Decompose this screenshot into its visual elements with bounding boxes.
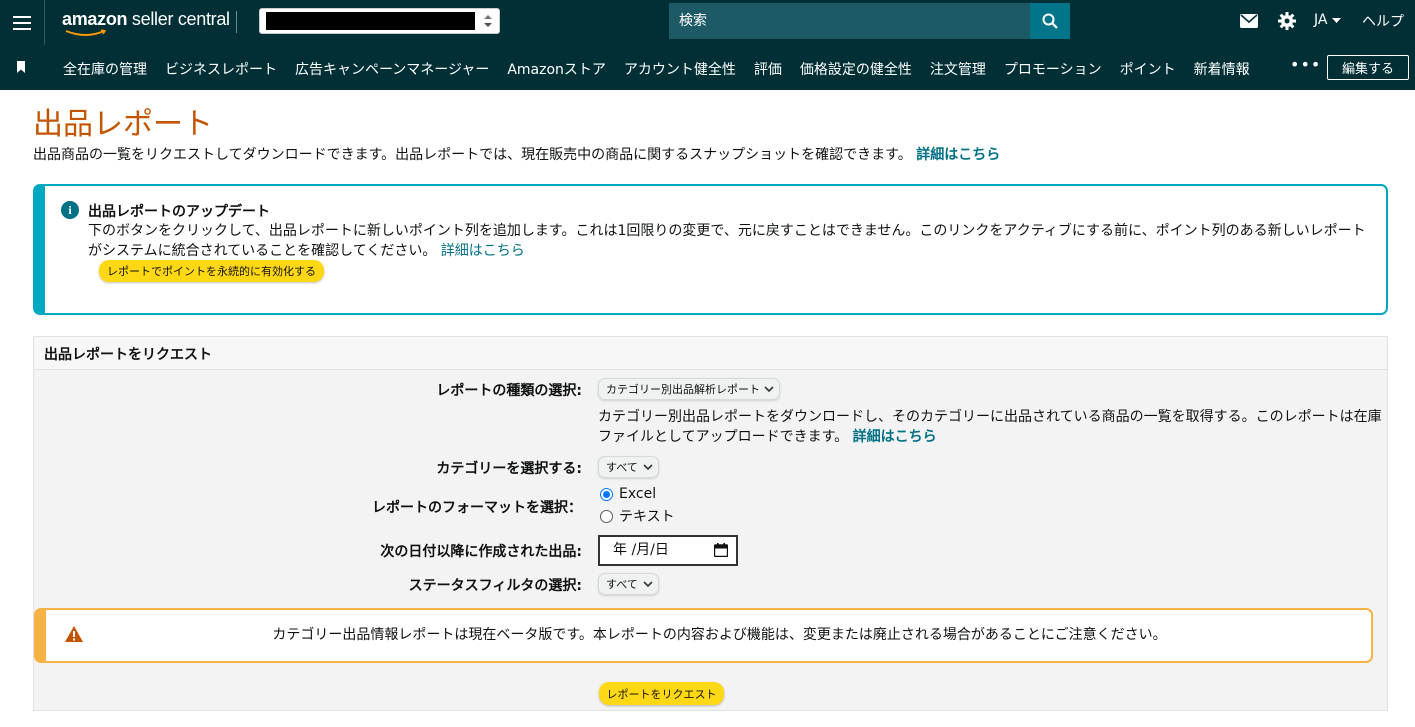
info-title: 出品レポートのアップデート bbox=[88, 204, 270, 220]
nav-bar: 全在庫の管理 ビジネスレポート 広告キャンペーンマネージャー Amazonストア… bbox=[0, 45, 1415, 90]
redacted-account-name bbox=[266, 12, 475, 30]
gear-icon[interactable] bbox=[1278, 12, 1296, 30]
report-type-label: レポートの種類の選択: bbox=[436, 383, 582, 399]
nav-item-orders[interactable]: 注文管理 bbox=[930, 59, 986, 79]
nav-item-points[interactable]: ポイント bbox=[1120, 59, 1176, 79]
nav-item-feedback[interactable]: 評価 bbox=[754, 59, 782, 79]
nav-item-news[interactable]: 新着情報 bbox=[1194, 59, 1250, 79]
request-report-panel: 出品レポートをリクエスト レポートの種類の選択: カテゴリー別出品解析レポート … bbox=[33, 336, 1388, 711]
info-learn-more-link[interactable]: 詳細はこちら bbox=[441, 243, 525, 259]
nav-items: 全在庫の管理 ビジネスレポート 広告キャンペーンマネージャー Amazonストア… bbox=[63, 59, 1268, 79]
marketplace-selector[interactable] bbox=[259, 8, 500, 34]
nav-item-pricing-health[interactable]: 価格設定の健全性 bbox=[800, 59, 912, 79]
panel-header: 出品レポートをリクエスト bbox=[34, 337, 1387, 370]
nav-item-inventory[interactable]: 全在庫の管理 bbox=[63, 59, 147, 79]
format-option-text[interactable]: テキスト bbox=[600, 506, 675, 526]
radio-excel[interactable] bbox=[600, 487, 613, 501]
chevron-down-icon bbox=[643, 581, 653, 588]
report-type-learn-more-link[interactable]: 詳細はこちら bbox=[853, 429, 937, 445]
info-body: 下のボタンをクリックして、出品レポートに新しいポイント列を追加します。これは1回… bbox=[88, 223, 1366, 259]
page-description: 出品商品の一覧をリクエストしてダウンロードできます。出品レポートでは、現在販売中… bbox=[33, 147, 1001, 163]
nav-item-promotions[interactable]: プロモーション bbox=[1004, 59, 1102, 79]
page-title: 出品レポート bbox=[33, 107, 213, 142]
caret-down-icon bbox=[1331, 18, 1341, 23]
menu-button[interactable] bbox=[0, 0, 45, 45]
info-alert: i 出品レポートのアップデート 下のボタンをクリックして、出品レポートに新しいポ… bbox=[33, 184, 1388, 315]
date-label: 次の日付以降に作成された出品: bbox=[380, 544, 582, 560]
top-header: amazon seller central 検索 JA ヘルプ bbox=[0, 0, 1415, 45]
beta-warning: カテゴリー出品情報レポートは現在ベータ版です。本レポートの内容および機能は、変更… bbox=[34, 608, 1373, 663]
format-label: レポートのフォーマットを選択： bbox=[372, 500, 582, 516]
format-option-excel[interactable]: Excel bbox=[600, 486, 656, 502]
menu-icon bbox=[13, 15, 31, 30]
info-icon: i bbox=[61, 201, 79, 219]
enable-points-button[interactable]: レポートでポイントを永続的に有効化する bbox=[99, 260, 324, 282]
category-select[interactable]: すべて bbox=[598, 456, 659, 478]
date-input[interactable]: 年 /月/日 bbox=[598, 535, 738, 566]
nav-item-amazon-stores[interactable]: Amazonストア bbox=[507, 59, 606, 79]
nav-item-business-reports[interactable]: ビジネスレポート bbox=[165, 59, 277, 79]
chevron-down-icon bbox=[643, 464, 653, 471]
radio-text[interactable] bbox=[600, 509, 613, 523]
amazon-smile-icon bbox=[65, 29, 107, 36]
logo-divider bbox=[236, 11, 237, 33]
spinner-arrows-icon[interactable] bbox=[481, 12, 495, 30]
help-link[interactable]: ヘルプ bbox=[1362, 11, 1404, 31]
mail-icon[interactable] bbox=[1240, 14, 1258, 28]
calendar-icon[interactable] bbox=[714, 543, 728, 557]
search-input[interactable]: 検索 bbox=[669, 3, 1030, 39]
status-label: ステータスフィルタの選択: bbox=[408, 578, 582, 594]
language-selector[interactable]: JA bbox=[1314, 12, 1341, 28]
search-icon bbox=[1042, 13, 1058, 29]
nav-item-account-health[interactable]: アカウント健全性 bbox=[624, 59, 736, 79]
more-options-icon[interactable]: ••• bbox=[1290, 55, 1321, 74]
category-label: カテゴリーを選択する: bbox=[436, 461, 582, 477]
nav-item-campaign-manager[interactable]: 広告キャンペーンマネージャー bbox=[295, 59, 489, 79]
edit-nav-button[interactable]: 編集する bbox=[1327, 55, 1409, 80]
learn-more-link[interactable]: 詳細はこちら bbox=[916, 147, 1000, 163]
search-bar: 検索 bbox=[669, 3, 1070, 39]
status-filter-select[interactable]: すべて bbox=[598, 573, 659, 595]
bookmark-icon[interactable] bbox=[16, 61, 26, 73]
report-type-help: カテゴリー別出品レポートをダウンロードし、そのカテゴリーに出品されている商品の一… bbox=[598, 409, 1382, 445]
search-button[interactable] bbox=[1030, 3, 1070, 39]
report-type-select[interactable]: カテゴリー別出品解析レポート bbox=[598, 378, 780, 400]
request-report-button[interactable]: レポートをリクエスト bbox=[599, 682, 724, 705]
seller-central-logo[interactable]: amazon seller central bbox=[62, 9, 230, 36]
warning-text: カテゴリー出品情報レポートは現在ベータ版です。本レポートの内容および機能は、変更… bbox=[272, 627, 1167, 643]
chevron-down-icon bbox=[764, 386, 774, 393]
